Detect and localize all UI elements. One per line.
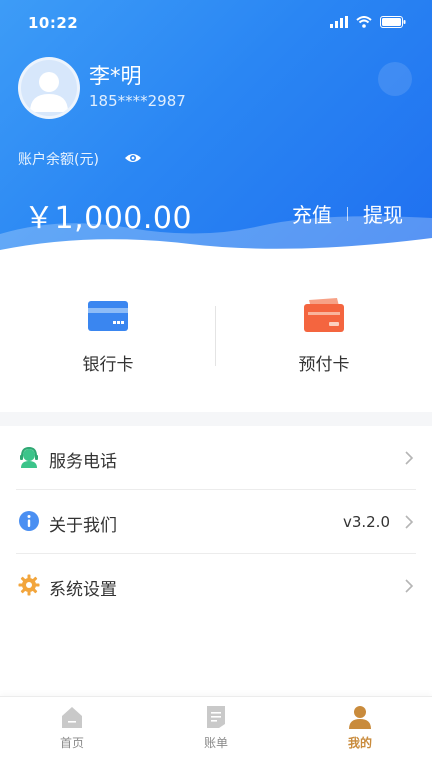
tab-mine[interactable]: 我的 xyxy=(288,705,432,751)
header-wave xyxy=(0,216,432,270)
menu-item-label: 关于我们 xyxy=(49,516,117,536)
prepaid-card-icon xyxy=(304,298,344,332)
tab-home[interactable]: 首页 xyxy=(0,705,144,751)
bank-card-button[interactable]: 银行卡 xyxy=(0,298,216,375)
card-shortcuts: 银行卡 预付卡 xyxy=(0,270,432,412)
status-bar: 10:22 xyxy=(0,0,432,44)
gear-icon xyxy=(18,574,40,596)
menu-item-service-phone[interactable]: 服务电话 xyxy=(16,426,416,490)
profile-header: 10:22 李*明 185****2987 账户余额(元) ￥1,000.00 … xyxy=(0,0,432,270)
user-icon xyxy=(349,706,371,729)
bank-card-label: 银行卡 xyxy=(82,355,134,375)
prepaid-card-button[interactable]: 预付卡 xyxy=(216,298,432,375)
chevron-right-icon xyxy=(405,451,414,465)
avatar[interactable] xyxy=(18,57,80,119)
info-icon xyxy=(19,511,39,531)
bottom-tab-bar: 首页 账单 我的 xyxy=(0,696,432,755)
user-phone: 185****2987 xyxy=(89,92,186,110)
menu-item-about-us[interactable]: 关于我们 v3.2.0 xyxy=(16,490,416,554)
bill-icon xyxy=(207,706,225,728)
home-icon xyxy=(62,707,82,728)
menu-item-system-settings[interactable]: 系统设置 xyxy=(16,554,416,617)
chevron-right-icon xyxy=(405,579,414,593)
app-version: v3.2.0 xyxy=(342,513,390,531)
avatar-person-icon xyxy=(30,72,68,112)
status-icons xyxy=(330,16,406,28)
section-gap xyxy=(0,412,432,426)
battery-icon xyxy=(380,16,406,28)
settings-menu: 服务电话 关于我们 v3.2.0 系统设置 xyxy=(0,426,432,617)
tab-label: 账单 xyxy=(203,736,228,750)
prepaid-card-label: 预付卡 xyxy=(298,355,350,375)
tab-bill[interactable]: 账单 xyxy=(144,705,288,751)
menu-item-label: 服务电话 xyxy=(49,452,117,472)
tab-label: 我的 xyxy=(347,736,372,750)
wifi-icon xyxy=(356,16,372,28)
signal-icon xyxy=(330,16,348,28)
tab-label: 首页 xyxy=(59,736,84,750)
headset-icon xyxy=(20,446,38,468)
balance-label: 账户余额(元) xyxy=(18,152,99,168)
home-indicator-area xyxy=(0,754,432,768)
status-time: 10:22 xyxy=(28,14,79,32)
bank-card-icon xyxy=(88,301,128,331)
user-name: 李*明 xyxy=(89,64,142,88)
menu-item-label: 系统设置 xyxy=(49,580,117,600)
decorative-circle xyxy=(378,62,412,96)
eye-icon[interactable] xyxy=(124,151,142,165)
chevron-right-icon xyxy=(405,515,414,529)
